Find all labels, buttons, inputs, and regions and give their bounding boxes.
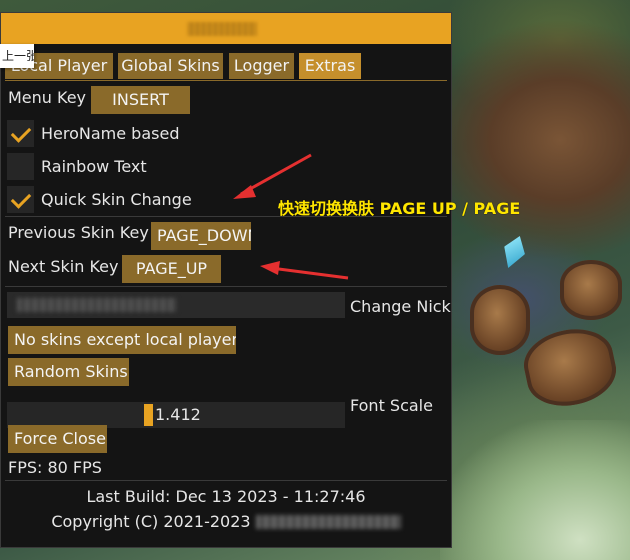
- tab-underline: [5, 80, 447, 81]
- slider-handle[interactable]: [144, 404, 153, 426]
- tab-global-skins[interactable]: Global Skins: [118, 53, 223, 79]
- quick-skin-change-checkbox[interactable]: [7, 186, 34, 213]
- heroname-checkbox[interactable]: [7, 120, 34, 147]
- menu-window: Local Player Global Skins Logger Extras …: [0, 12, 452, 548]
- font-scale-label: Font Scale: [350, 396, 433, 415]
- check-icon: [10, 188, 32, 209]
- rainbow-text-label: Rainbow Text: [41, 157, 147, 176]
- next-skin-key-label: Next Skin Key: [8, 257, 119, 276]
- barrel-image: [560, 260, 622, 320]
- barrel-image: [470, 285, 530, 355]
- nick-input[interactable]: [7, 292, 345, 318]
- viewer-previous-button[interactable]: 上一张: [0, 44, 34, 68]
- next-skin-key-button[interactable]: PAGE_UP: [122, 255, 221, 283]
- separator: [5, 286, 447, 287]
- last-build-text: Last Build: Dec 13 2023 - 11:27:46: [86, 487, 366, 506]
- rainbow-text-checkbox[interactable]: [7, 153, 34, 180]
- no-skins-button[interactable]: No skins except local player: [8, 326, 236, 354]
- fps-counter: FPS: 80 FPS: [8, 458, 102, 477]
- ground-image: [440, 420, 630, 560]
- copyright-text: Copyright (C) 2021-2023: [51, 512, 251, 531]
- title-bar[interactable]: [1, 13, 451, 44]
- menu-key-button[interactable]: INSERT: [91, 86, 190, 114]
- blurred-title: [187, 22, 257, 36]
- force-close-button[interactable]: Force Close: [8, 425, 107, 453]
- change-nick-label: Change Nick: [350, 297, 451, 316]
- tab-extras[interactable]: Extras: [299, 53, 361, 79]
- annotation-text: 快速切换换肤 PAGE UP / PAGE: [278, 199, 521, 218]
- check-icon: [10, 122, 32, 143]
- previous-skin-key-label: Previous Skin Key: [8, 223, 149, 242]
- blurred-nick: [17, 298, 177, 312]
- random-skins-button[interactable]: Random Skins: [8, 358, 129, 386]
- previous-skin-key-button[interactable]: PAGE_DOWN: [151, 222, 251, 250]
- barrel-image: [518, 321, 622, 414]
- separator: [5, 480, 447, 481]
- copyright-line: Copyright (C) 2021-2023: [1, 512, 451, 531]
- heroname-label: HeroName based: [41, 124, 180, 143]
- blurred-copyright-owner: [255, 515, 401, 529]
- tab-logger[interactable]: Logger: [229, 53, 294, 79]
- menu-key-label: Menu Key: [8, 88, 87, 107]
- quick-skin-change-label: Quick Skin Change: [41, 190, 192, 209]
- font-scale-value: 1.412: [155, 405, 201, 424]
- crystal-image: [498, 232, 530, 271]
